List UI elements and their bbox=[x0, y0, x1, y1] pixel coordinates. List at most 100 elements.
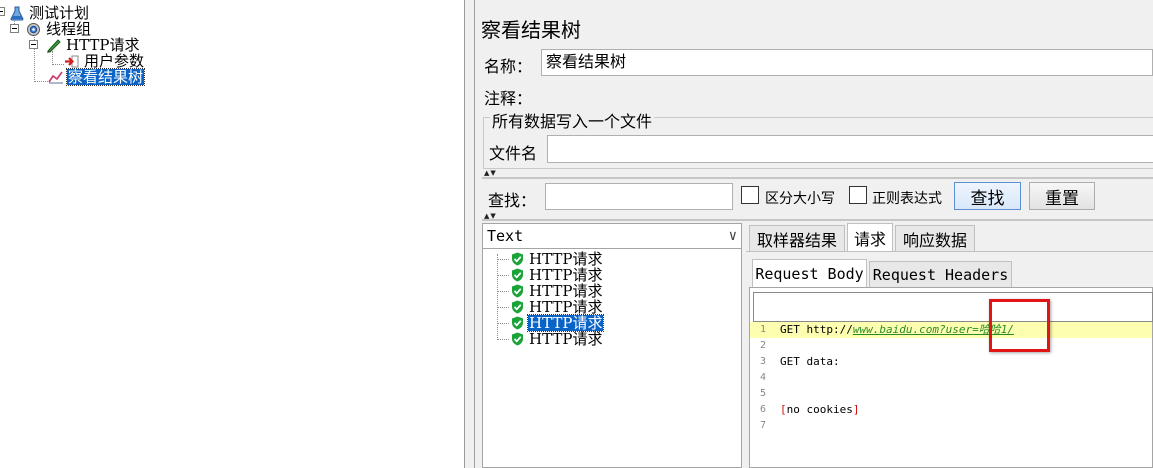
subtab-request-headers[interactable]: Request Headers bbox=[869, 261, 1012, 287]
tree-node-label: 察看结果树 bbox=[65, 68, 146, 86]
success-shield-icon bbox=[512, 284, 523, 298]
result-item-label: HTTP请求 bbox=[529, 266, 603, 284]
arrow-icon bbox=[65, 55, 79, 67]
tree-node-test-plan[interactable]: 测试计划 bbox=[10, 5, 90, 21]
code-line: 3 GET data: bbox=[750, 354, 1152, 370]
code-line: 5 bbox=[750, 386, 1152, 402]
request-url-link[interactable]: www.baidu.com?user bbox=[853, 323, 972, 336]
search-input[interactable] bbox=[545, 183, 733, 210]
success-shield-icon bbox=[512, 332, 523, 346]
success-shield-icon bbox=[512, 300, 523, 314]
collapse-arrows-icon[interactable]: ▲▼ bbox=[484, 170, 497, 177]
tree-node-label: 用户参数 bbox=[84, 52, 145, 70]
code-line: 1 GET http://www.baidu.com?user=哈哈1/ bbox=[750, 322, 1152, 338]
tree-node-label: 测试计划 bbox=[29, 4, 90, 22]
regex-checkbox[interactable] bbox=[849, 186, 867, 204]
subtab-request-body[interactable]: Request Body bbox=[752, 259, 867, 287]
case-sensitive-checkbox[interactable] bbox=[741, 186, 759, 204]
code-text: GET data: bbox=[780, 355, 840, 368]
file-name-field[interactable] bbox=[547, 135, 1153, 163]
line-number: 6 bbox=[759, 404, 767, 415]
gear-icon bbox=[27, 22, 40, 36]
bracket-close: ] bbox=[852, 403, 860, 416]
comment-label: 注释： bbox=[484, 89, 533, 108]
collapse-toggle[interactable] bbox=[29, 40, 38, 49]
chart-icon bbox=[48, 71, 63, 84]
tree-connector bbox=[497, 291, 509, 292]
collapse-toggle[interactable] bbox=[0, 7, 5, 16]
code-editor[interactable]: 1 GET http://www.baidu.com?user=哈哈1/ 2 3… bbox=[750, 322, 1152, 468]
tree-node-view-results-tree[interactable]: 察看结果树 bbox=[48, 68, 146, 86]
tab-request[interactable]: 请求 bbox=[847, 223, 893, 251]
tree-connector bbox=[497, 254, 498, 340]
tree-connector bbox=[497, 275, 509, 276]
regex-label: 正则表达式 bbox=[872, 191, 942, 207]
result-item[interactable]: HTTP请求 bbox=[511, 283, 603, 299]
divider bbox=[482, 219, 1153, 221]
pen-icon bbox=[47, 38, 61, 53]
name-label: 名称： bbox=[484, 57, 533, 76]
tree-connector bbox=[34, 81, 48, 82]
tree-node-label: HTTP请求 bbox=[66, 36, 140, 54]
success-shield-icon bbox=[512, 252, 523, 266]
tree-connector bbox=[497, 259, 509, 260]
reset-button[interactable]: 重置 bbox=[1029, 182, 1095, 210]
result-item-label: HTTP请求 bbox=[529, 250, 603, 268]
tree-connector bbox=[52, 64, 64, 65]
panel-splitter[interactable] bbox=[465, 0, 475, 468]
result-item-label: HTTP请求 bbox=[529, 330, 603, 348]
comment-field[interactable] bbox=[536, 81, 1153, 107]
test-plan-tree[interactable]: 测试计划 线程组 HTTP请求 用户参数 察看结果树 bbox=[0, 0, 465, 468]
result-item[interactable]: HTTP请求 bbox=[511, 331, 603, 347]
line-number: 3 bbox=[759, 356, 767, 367]
result-item[interactable]: HTTP请求 bbox=[511, 299, 603, 315]
tree-node-thread-group[interactable]: 线程组 bbox=[26, 21, 92, 37]
result-item[interactable]: HTTP请求 bbox=[511, 251, 603, 267]
case-sensitive-label: 区分大小写 bbox=[765, 191, 835, 207]
tree-node-http-request[interactable]: HTTP请求 bbox=[46, 37, 140, 53]
result-item-label: HTTP请求 bbox=[529, 282, 603, 300]
line-number: 1 bbox=[759, 324, 767, 335]
line-number: 2 bbox=[759, 340, 767, 351]
search-label: 查找： bbox=[488, 191, 537, 210]
results-list[interactable]: Text ∨ HTTP请求 HTTP请求 HTTP请求 HTTP请求 HTTP请… bbox=[482, 223, 742, 468]
result-item-label: HTTP请求 bbox=[526, 314, 605, 332]
renderer-value: Text bbox=[487, 227, 524, 245]
chevron-down-icon: ∨ bbox=[728, 228, 737, 244]
content-search-input[interactable] bbox=[753, 292, 1153, 322]
divider bbox=[746, 251, 1153, 252]
tree-connector bbox=[497, 307, 509, 308]
view-results-tree-panel: 察看结果树 名称： 察看结果树 注释： 所有数据写入一个文件 文件名 ▲▼ 查找… bbox=[475, 0, 1153, 468]
bracket-open: [ bbox=[780, 403, 787, 416]
no-cookies-text: no cookies bbox=[786, 403, 853, 416]
detail-panel: 取样器结果 请求 响应数据 Request Body Request Heade… bbox=[746, 223, 1153, 468]
tree-connector bbox=[497, 323, 509, 324]
tree-node-user-parameters[interactable]: 用户参数 bbox=[64, 53, 145, 69]
collapse-toggle[interactable] bbox=[10, 24, 19, 33]
code-text: [no cookies] bbox=[776, 402, 859, 418]
code-line: 4 bbox=[750, 370, 1152, 386]
page-title: 察看结果树 bbox=[481, 18, 581, 42]
request-body-view: 1 GET http://www.baidu.com?user=哈哈1/ 2 3… bbox=[749, 287, 1153, 468]
tree-connector bbox=[52, 51, 53, 65]
tab-response-data[interactable]: 响应数据 bbox=[895, 225, 975, 251]
result-item-selected[interactable]: HTTP请求 bbox=[511, 314, 605, 332]
line-number: 5 bbox=[759, 388, 767, 399]
success-shield-icon bbox=[512, 316, 523, 330]
code-line: 2 bbox=[750, 338, 1152, 354]
tree-node-label: 线程组 bbox=[46, 20, 92, 38]
divider bbox=[482, 177, 1153, 179]
flask-icon bbox=[10, 6, 24, 20]
tab-sampler-result[interactable]: 取样器结果 bbox=[749, 225, 845, 251]
code-line: 6 [no cookies] bbox=[750, 402, 1152, 418]
result-item[interactable]: HTTP请求 bbox=[511, 267, 603, 283]
file-group: 所有数据写入一个文件 文件名 bbox=[483, 108, 1153, 169]
line-number: 7 bbox=[759, 420, 767, 431]
name-field[interactable]: 察看结果树 bbox=[541, 49, 1153, 76]
find-button[interactable]: 查找 bbox=[954, 182, 1021, 210]
file-group-title: 所有数据写入一个文件 bbox=[490, 108, 655, 132]
renderer-select[interactable]: Text ∨ bbox=[483, 224, 741, 249]
success-shield-icon bbox=[512, 268, 523, 282]
request-method: GET http:// bbox=[780, 323, 853, 336]
code-text: GET http://www.baidu.com?user=哈哈1/ bbox=[776, 322, 1014, 338]
